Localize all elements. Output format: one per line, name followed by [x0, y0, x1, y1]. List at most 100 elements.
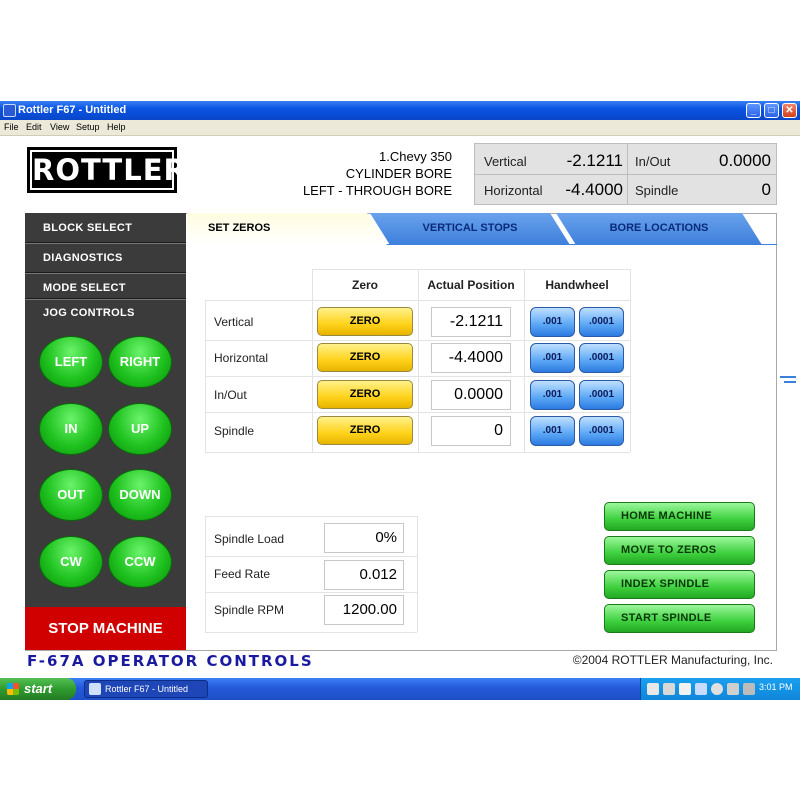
tab-vertical-stops[interactable]: VERTICAL STOPS	[370, 213, 570, 245]
table-gridline	[312, 269, 630, 270]
dro-divider	[475, 174, 776, 175]
display-icon[interactable]	[663, 683, 675, 695]
edge-marker	[780, 376, 796, 378]
nav-diagnostics[interactable]: DIAGNOSTICS	[25, 244, 186, 272]
dro-readout: Vertical -2.1211 Horizontal -4.4000 In/O…	[474, 143, 777, 205]
minimize-button[interactable]: _	[746, 103, 761, 118]
handwheel-0001-vertical-button[interactable]: .0001	[579, 307, 624, 337]
table-gridline	[205, 592, 417, 593]
menu-bar: File Edit View Setup Help	[0, 120, 800, 136]
menu-setup[interactable]: Setup	[76, 122, 100, 132]
help-icon[interactable]	[679, 683, 691, 695]
dro-spindle-label: Spindle	[635, 183, 679, 198]
handwheel-001-vertical-button[interactable]: .001	[530, 307, 575, 337]
tab-set-zeros[interactable]: SET ZEROS	[187, 213, 387, 245]
spindle-rpm-label: Spindle RPM	[214, 603, 285, 617]
column-header-zero: Zero	[351, 278, 378, 292]
table-gridline	[205, 632, 417, 633]
jog-up-button[interactable]: UP	[108, 403, 172, 455]
actual-position-vertical: -2.1211	[431, 307, 511, 337]
start-spindle-button[interactable]: START SPINDLE	[604, 604, 755, 633]
spindle-rpm-value: 1200.00	[324, 595, 404, 625]
menu-view[interactable]: View	[50, 122, 69, 132]
table-gridline	[524, 269, 525, 452]
taskbar: start Rottler F67 - Untitled 3:01 PM	[0, 678, 800, 700]
job-operation: CYLINDER BORE	[345, 166, 452, 181]
close-button[interactable]: ✕	[782, 103, 797, 118]
handwheel-0001-spindle-button[interactable]: .0001	[579, 416, 624, 446]
start-button[interactable]: start	[0, 678, 76, 700]
copyright-footer: ©2004 ROTTLER Manufacturing, Inc.	[572, 653, 773, 667]
table-gridline	[205, 300, 206, 452]
system-tray: 3:01 PM	[640, 678, 800, 700]
feed-rate-label: Feed Rate	[214, 567, 271, 581]
menu-help[interactable]: Help	[107, 122, 126, 132]
jog-right-button[interactable]: RIGHT	[108, 336, 172, 388]
jog-out-button[interactable]: OUT	[39, 469, 103, 521]
zero-vertical-button[interactable]: ZERO	[317, 307, 413, 336]
start-label: start	[24, 681, 53, 696]
nav-block-select[interactable]: BLOCK SELECT	[25, 214, 186, 242]
clock: 3:01 PM	[759, 682, 793, 692]
settings-icon[interactable]	[695, 683, 707, 695]
handwheel-001-inout-button[interactable]: .001	[530, 380, 575, 410]
dro-vertical-label: Vertical	[484, 154, 527, 169]
table-gridline	[417, 516, 418, 632]
zero-horizontal-button[interactable]: ZERO	[317, 343, 413, 372]
dro-horizontal-label: Horizontal	[484, 183, 543, 198]
table-gridline	[205, 516, 206, 632]
zero-inout-button[interactable]: ZERO	[317, 380, 413, 409]
model-footer: F-67A OPERATOR CONTROLS	[27, 652, 314, 670]
jog-down-button[interactable]: DOWN	[108, 469, 172, 521]
logo-text: ROTTLER	[32, 152, 187, 188]
network-icon[interactable]	[647, 683, 659, 695]
jog-ccw-button[interactable]: CCW	[108, 536, 172, 588]
zero-spindle-button[interactable]: ZERO	[317, 416, 413, 445]
menu-file[interactable]: File	[4, 122, 19, 132]
actual-position-horizontal: -4.4000	[431, 343, 511, 373]
menu-edit[interactable]: Edit	[26, 122, 42, 132]
row-label-inout: In/Out	[214, 388, 247, 402]
dro-inout-label: In/Out	[635, 154, 671, 169]
gear-icon[interactable]	[711, 683, 723, 695]
rottler-logo: ROTTLER	[27, 147, 187, 193]
column-header-actual-position: Actual Position	[427, 278, 515, 292]
shield-icon[interactable]	[727, 683, 739, 695]
dro-horizontal-value: -4.4000	[565, 180, 623, 199]
dro-spindle-value: 0	[761, 180, 771, 199]
table-gridline	[205, 452, 630, 453]
feed-rate-value: 0.012	[324, 560, 404, 590]
handwheel-001-horizontal-button[interactable]: .001	[530, 343, 575, 373]
window-title: Rottler F67 - Untitled	[18, 104, 127, 116]
row-label-spindle: Spindle	[214, 424, 255, 438]
taskbar-window-button[interactable]: Rottler F67 - Untitled	[84, 680, 208, 698]
taskbar-window-label: Rottler F67 - Untitled	[105, 684, 189, 694]
handwheel-001-spindle-button[interactable]: .001	[530, 416, 575, 446]
table-gridline	[630, 269, 631, 452]
nav-jog-controls[interactable]: JOG CONTROLS	[25, 299, 186, 327]
home-machine-button[interactable]: HOME MACHINE	[604, 502, 755, 531]
actual-position-inout: 0.0000	[431, 380, 511, 410]
move-to-zeros-button[interactable]: MOVE TO ZEROS	[604, 536, 755, 565]
volume-icon[interactable]	[743, 683, 755, 695]
row-label-vertical: Vertical	[214, 315, 254, 329]
app-icon	[3, 104, 16, 117]
jog-cw-button[interactable]: CW	[39, 536, 103, 588]
dro-inout-value: 0.0000	[719, 151, 771, 170]
maximize-button[interactable]: □	[764, 103, 779, 118]
handwheel-0001-inout-button[interactable]: .0001	[579, 380, 624, 410]
app-icon	[89, 683, 101, 695]
stop-machine-button[interactable]: STOP MACHINE	[25, 607, 186, 650]
jog-in-button[interactable]: IN	[39, 403, 103, 455]
handwheel-0001-horizontal-button[interactable]: .0001	[579, 343, 624, 373]
job-detail: LEFT - THROUGH BORE	[302, 183, 452, 198]
dro-vertical-value: -2.1211	[566, 151, 623, 170]
job-name: 1.Chevy 350	[379, 149, 452, 164]
index-spindle-button[interactable]: INDEX SPINDLE	[604, 570, 755, 599]
title-bar: Rottler F67 - Untitled _ □ ✕	[0, 101, 800, 120]
jog-left-button[interactable]: LEFT	[39, 336, 103, 388]
tab-bore-locations[interactable]: BORE LOCATIONS	[556, 213, 762, 245]
windows-logo-icon	[7, 683, 19, 695]
row-label-horizontal: Horizontal	[214, 351, 269, 365]
tab-underline	[370, 244, 777, 245]
